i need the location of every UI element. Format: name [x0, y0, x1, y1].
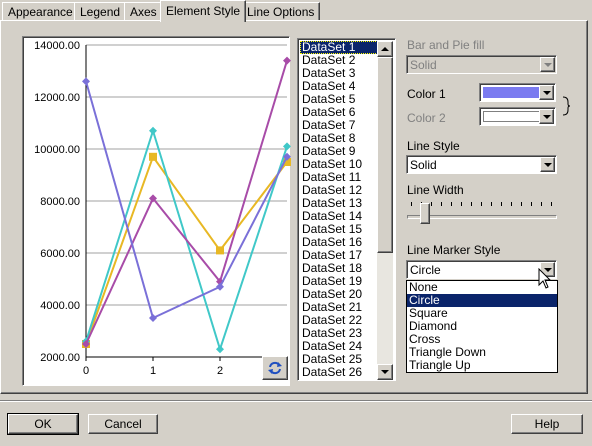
- slider-tick: [521, 202, 522, 206]
- data-point: [216, 282, 224, 291]
- dataset-list[interactable]: DataSet 1 DataSet 2 DataSet 3 DataSet 4 Data…: [297, 38, 396, 381]
- scroll-down-icon: [381, 370, 389, 374]
- refresh-icon: [268, 361, 282, 375]
- slider-tick: [441, 202, 442, 206]
- bar-pie-fill-select: Solid: [406, 55, 557, 74]
- tab-strip: Appearance Legend Axes Element Style Lin…: [0, 0, 592, 22]
- chevron-down-icon[interactable]: [539, 109, 554, 124]
- data-point: [216, 246, 224, 255]
- line-width-label: Line Width: [407, 183, 464, 197]
- chart-preview: 14000.00 12000.00 10000.00 8000.00 6000.00 40…: [22, 36, 291, 386]
- slider-tick: [461, 202, 462, 206]
- scroll-up-button[interactable]: [377, 41, 393, 57]
- refresh-button[interactable]: [262, 356, 288, 380]
- data-point: [149, 314, 157, 322]
- slider-thumb[interactable]: [420, 203, 430, 224]
- chevron-down-icon: [540, 57, 555, 72]
- divider: [0, 400, 592, 402]
- scroll-down-button[interactable]: [377, 364, 393, 380]
- marker-style-select[interactable]: Circle: [406, 260, 557, 279]
- dataset-items: DataSet 1 DataSet 2 DataSet 3 DataSet 4 Data…: [300, 41, 378, 380]
- tab-appearance[interactable]: Appearance: [2, 2, 79, 21]
- bar-pie-fill-value: Solid: [410, 58, 437, 72]
- x-tick-label: 0: [83, 365, 89, 377]
- slider-tick: [531, 202, 532, 206]
- slider-tick: [501, 202, 502, 206]
- tab-element-style[interactable]: Element Style: [160, 0, 247, 22]
- color-link-icon: [562, 96, 570, 116]
- slider-tick: [491, 202, 492, 206]
- chevron-down-icon[interactable]: [539, 85, 554, 100]
- data-point: [82, 77, 90, 86]
- data-point: [149, 126, 157, 135]
- color2-label: Color 2: [407, 111, 446, 125]
- x-tick-label: 1: [150, 365, 156, 377]
- y-tick-label: 8000.00: [40, 196, 80, 208]
- y-tick-label: 10000.00: [34, 144, 80, 156]
- slider-tick: [451, 202, 452, 206]
- slider-tick: [481, 202, 482, 206]
- y-tick-label: 6000.00: [40, 248, 80, 260]
- dataset-scrollbar[interactable]: [377, 41, 393, 380]
- help-button[interactable]: Help: [511, 414, 583, 434]
- marker-style-label: Line Marker Style: [407, 243, 501, 257]
- slider-tick: [471, 202, 472, 206]
- slider-tick: [431, 202, 432, 206]
- slider-tick: [511, 202, 512, 206]
- chevron-down-icon[interactable]: [540, 157, 555, 172]
- ok-button[interactable]: OK: [7, 413, 79, 435]
- dataset-item[interactable]: DataSet 26: [300, 366, 378, 379]
- y-tick-label: 4000.00: [40, 300, 80, 312]
- marker-style-dropdown-list[interactable]: None Circle Square Diamond Cross Triangle Dow…: [406, 280, 558, 373]
- chart-svg: 14000.0012000.0010000.008000.006000.0040…: [34, 40, 291, 377]
- tab-line-options[interactable]: Line Options: [241, 2, 321, 21]
- x-tick-label: 2: [217, 365, 223, 377]
- data-point: [149, 152, 157, 161]
- scrollbar-thumb[interactable]: [377, 57, 393, 253]
- data-point: [216, 345, 224, 354]
- slider-tick: [551, 202, 552, 206]
- color1-swatch: [483, 87, 540, 98]
- y-tick-label: 12000.00: [34, 92, 80, 104]
- line-style-label: Line Style: [407, 139, 460, 153]
- data-point: [283, 56, 291, 65]
- color1-label: Color 1: [407, 87, 446, 101]
- line-style-select[interactable]: Solid: [406, 155, 557, 174]
- color2-picker[interactable]: [479, 107, 556, 126]
- color2-swatch: [483, 111, 540, 122]
- slider-tick: [541, 202, 542, 206]
- line-style-value: Solid: [410, 158, 437, 172]
- series-line: [85, 81, 288, 320]
- marker-option[interactable]: Triangle Up: [407, 359, 557, 372]
- tab-legend[interactable]: Legend: [74, 2, 127, 21]
- marker-style-value: Circle: [410, 263, 441, 277]
- line-width-slider[interactable]: [405, 198, 559, 228]
- cancel-button[interactable]: Cancel: [88, 414, 158, 434]
- y-tick-label: 14000.00: [34, 40, 80, 52]
- tab-axes[interactable]: Axes: [124, 2, 163, 21]
- color1-picker[interactable]: [479, 83, 556, 102]
- y-tick-label: 2000.00: [40, 352, 80, 364]
- scroll-up-icon: [381, 47, 389, 51]
- mouse-cursor-icon: [538, 268, 552, 289]
- slider-tick: [411, 202, 412, 206]
- bar-pie-fill-label: Bar and Pie fill: [407, 38, 485, 52]
